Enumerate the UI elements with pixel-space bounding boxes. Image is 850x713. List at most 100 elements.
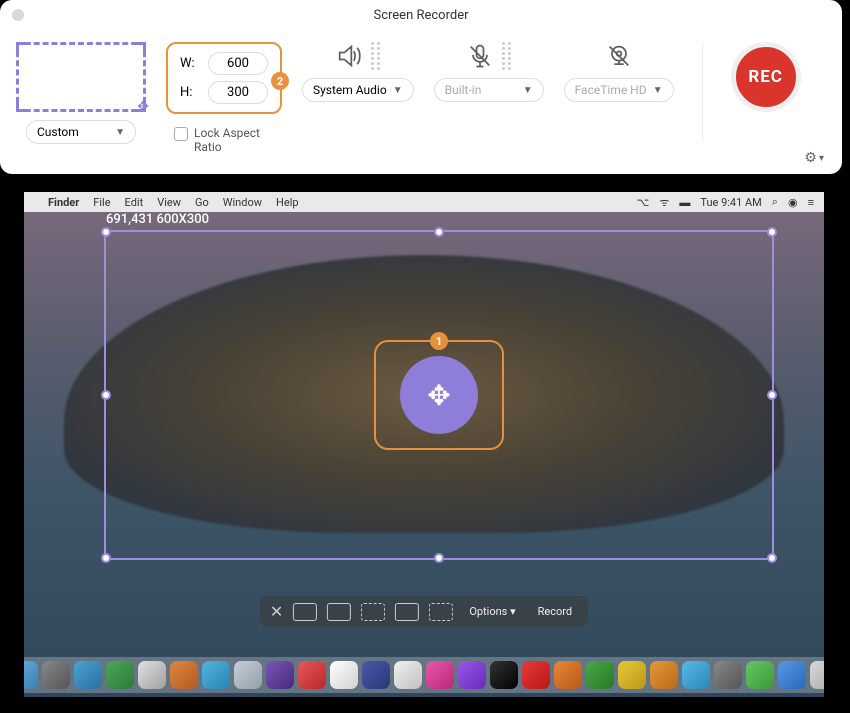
menubar-item[interactable]: Edit [125,196,144,209]
dock-app-icon[interactable] [266,661,294,689]
dock-app-icon[interactable] [778,661,806,689]
dock-app-icon[interactable] [138,661,166,689]
dock-app-icon[interactable] [298,661,326,689]
dimensions-group: 2 W: H: [166,42,282,114]
resize-handle-tl[interactable] [101,227,111,237]
resize-handle-bm[interactable] [434,553,444,563]
menubar-item[interactable]: File [93,196,110,209]
resize-handle-bl[interactable] [101,553,111,563]
menubar-item[interactable]: Window [223,196,262,209]
audio-section: System Audio ▼ [302,42,414,102]
capture-screen-icon[interactable] [293,603,317,621]
close-window-button[interactable] [12,9,24,21]
dock-app-icon[interactable] [714,661,742,689]
move-icon: ✥ [137,99,149,115]
dock-app-icon[interactable] [394,661,422,689]
dock-app-icon[interactable] [106,661,134,689]
chevron-down-icon: ▼ [653,85,663,96]
dock-app-icon[interactable] [74,661,102,689]
settings-button[interactable]: ⚙ ▾ [804,150,824,166]
dock-app-icon[interactable] [42,661,70,689]
microphone-off-icon [466,42,494,70]
chevron-down-icon: ▼ [393,85,403,96]
lock-aspect-label: Lock Aspect Ratio [194,126,274,154]
region-section: ✥ Custom ▼ [16,42,146,144]
record-button[interactable]: REC [731,42,801,112]
region-mode-label: Custom [37,125,79,139]
dock-app-icon[interactable] [458,661,486,689]
mic-level-icon [502,42,511,70]
lock-aspect-checkbox[interactable] [174,127,188,141]
height-input[interactable] [208,81,268,104]
dock-app-icon[interactable] [362,661,390,689]
resize-handle-tm[interactable] [434,227,444,237]
capture-selection[interactable]: 691,431 600X300 1 ✥ [104,230,774,560]
chevron-down-icon: ▾ [819,153,824,164]
speaker-icon [335,42,363,70]
audio-level-icon [371,42,380,70]
options-button[interactable]: Options ▾ [463,603,521,620]
resize-handle-tr[interactable] [767,227,777,237]
menubar-app[interactable]: Finder [48,196,79,209]
dock-app-icon[interactable] [554,661,582,689]
search-icon[interactable]: ⌕ [772,195,778,209]
resize-handle-ml[interactable] [101,390,111,400]
annotation-badge-2: 2 [271,72,289,90]
camera-source-dropdown[interactable]: FaceTime HD ▼ [564,78,674,102]
move-selection-button[interactable]: ✥ [400,356,478,434]
dock-app-icon[interactable] [24,661,38,689]
camera-source-label: FaceTime HD [575,83,647,97]
dock-app-icon[interactable] [682,661,710,689]
selection-info: 691,431 600X300 [106,212,209,227]
capture-selection-icon[interactable] [361,603,385,621]
chevron-down-icon: ▼ [115,127,125,138]
divider [702,42,703,142]
dock-app-icon[interactable] [490,661,518,689]
mic-section: Built-in ▼ [434,42,544,102]
dimensions-section: 2 W: H: Lock Aspect Ratio [166,42,282,154]
menu-icon[interactable]: ≡ [808,196,814,209]
chevron-down-icon: ▼ [523,85,533,96]
macos-screenshot-toolbar: ✕ Options ▾ Record [260,596,588,627]
dock-app-icon[interactable] [426,661,454,689]
region-mode-dropdown[interactable]: Custom ▼ [26,120,136,144]
dock-app-icon[interactable] [202,661,230,689]
close-icon[interactable]: ✕ [270,602,283,621]
lock-aspect-row[interactable]: Lock Aspect Ratio [174,126,274,154]
resize-handle-br[interactable] [767,553,777,563]
dock-app-icon[interactable] [522,661,550,689]
region-preview[interactable]: ✥ [16,42,146,112]
move-selection-box[interactable]: 1 ✥ [374,340,504,450]
menubar-item[interactable]: Go [195,196,209,209]
menubar-item[interactable]: Help [276,196,299,209]
airplay-icon[interactable]: ⌥ [637,196,650,209]
record-selection-icon[interactable] [429,603,453,621]
annotation-badge-1: 1 [430,332,448,350]
battery-icon[interactable]: ▬ [679,196,690,209]
dock-app-icon[interactable] [650,661,678,689]
resize-handle-mr[interactable] [767,390,777,400]
capture-window-icon[interactable] [327,603,351,621]
dock-app-icon[interactable] [170,661,198,689]
audio-source-dropdown[interactable]: System Audio ▼ [302,78,414,102]
record-button[interactable]: Record [532,603,578,620]
macos-dock [24,657,824,693]
menubar-item[interactable]: View [157,196,181,209]
mic-source-label: Built-in [445,83,482,97]
camera-section: FaceTime HD ▼ [564,42,674,102]
mic-source-dropdown[interactable]: Built-in ▼ [434,78,544,102]
dock-app-icon[interactable] [618,661,646,689]
dock-app-icon[interactable] [810,661,824,689]
dock-app-icon[interactable] [234,661,262,689]
menubar-time[interactable]: Tue 9:41 AM [700,196,761,209]
record-section: REC [731,42,801,112]
siri-icon[interactable]: ◉ [788,196,798,209]
wifi-icon[interactable]: ᯤ [659,195,669,210]
width-label: W: [180,56,200,71]
dock-app-icon[interactable] [746,661,774,689]
dock-app-icon[interactable] [330,661,358,689]
record-screen-icon[interactable] [395,603,419,621]
width-input[interactable] [208,52,268,75]
record-label: REC [748,67,783,87]
dock-app-icon[interactable] [586,661,614,689]
